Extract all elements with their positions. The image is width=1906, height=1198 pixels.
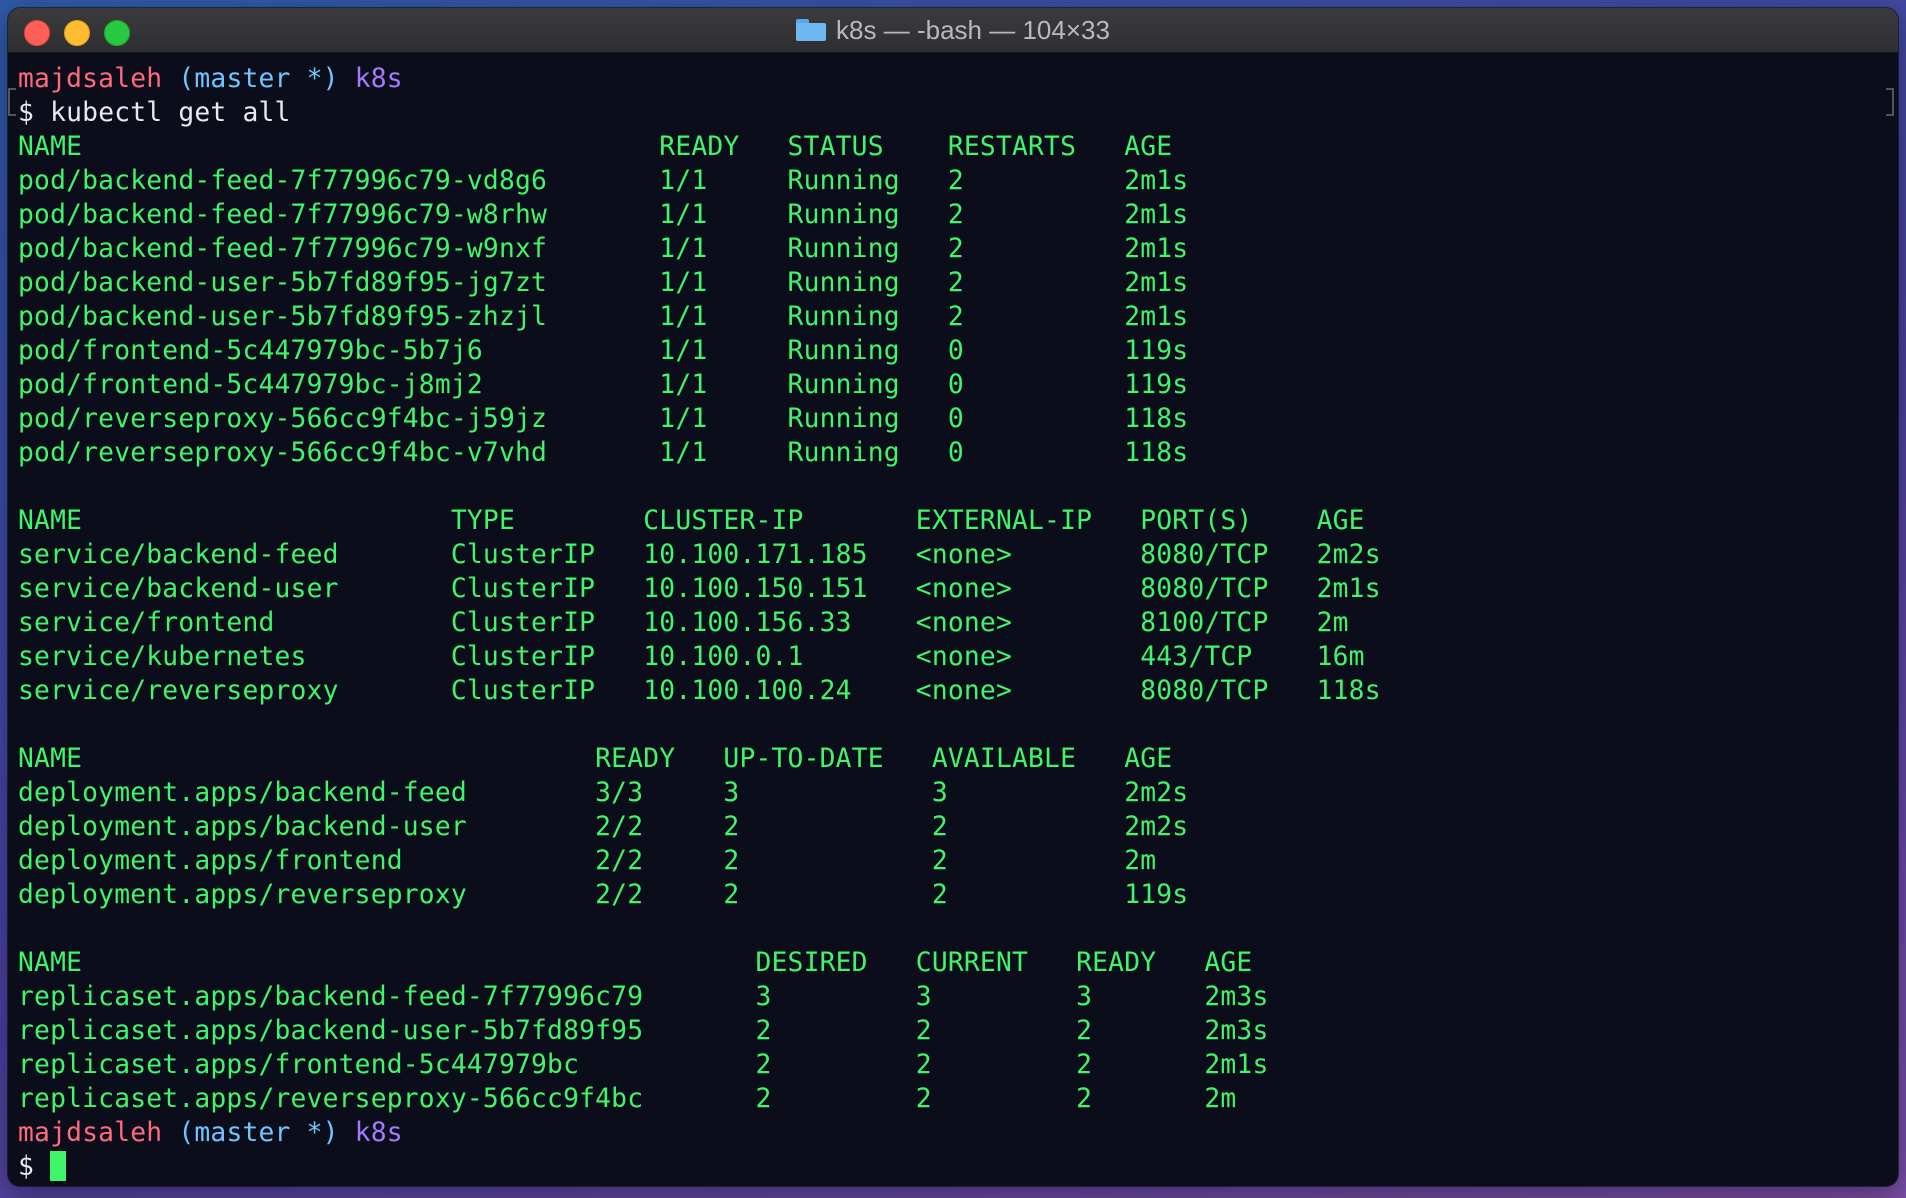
output-line: replicaset.apps/reverseproxy-566cc9f4bc … bbox=[18, 1084, 1237, 1114]
output-line: pod/backend-user-5b7fd89f95-jg7zt 1/1 Ru… bbox=[18, 268, 1189, 298]
output-line: service/frontend ClusterIP 10.100.156.33… bbox=[18, 608, 1349, 638]
output-line: deployment.apps/reverseproxy 2/2 2 2 119… bbox=[18, 880, 1189, 910]
folder-icon bbox=[796, 19, 827, 41]
output-line: pod/backend-feed-7f77996c79-w8rhw 1/1 Ru… bbox=[18, 200, 1189, 230]
prompt-user: majdsaleh bbox=[18, 1118, 163, 1148]
output-line: NAME DESIRED CURRENT READY AGE bbox=[18, 948, 1253, 978]
output-line: deployment.apps/backend-feed 3/3 3 3 2m2… bbox=[18, 778, 1189, 808]
output-line: service/kubernetes ClusterIP 10.100.0.1 … bbox=[18, 642, 1365, 672]
output-line: service/backend-feed ClusterIP 10.100.17… bbox=[18, 540, 1381, 570]
command-line: $ kubectl get all bbox=[18, 96, 1898, 130]
output-line: pod/backend-feed-7f77996c79-vd8g6 1/1 Ru… bbox=[18, 166, 1189, 196]
output-line: pod/reverseproxy-566cc9f4bc-j59jz 1/1 Ru… bbox=[18, 404, 1189, 434]
prompt-directory: k8s bbox=[354, 1118, 403, 1148]
output-line: pod/backend-feed-7f77996c79-w9nxf 1/1 Ru… bbox=[18, 234, 1189, 264]
title-bar[interactable]: k8s — -bash — 104×33 bbox=[8, 8, 1898, 53]
prompt-user: majdsaleh bbox=[18, 64, 163, 94]
window-title-area: k8s — -bash — 104×33 bbox=[8, 8, 1898, 52]
prompt-symbol: $ bbox=[18, 1152, 35, 1182]
output-line: replicaset.apps/frontend-5c447979bc 2 2 … bbox=[18, 1050, 1269, 1080]
prompt-directory: k8s bbox=[354, 64, 403, 94]
output-line: service/reverseproxy ClusterIP 10.100.10… bbox=[18, 676, 1381, 706]
prompt-branch: (master *) bbox=[178, 1118, 339, 1148]
output-line: deployment.apps/frontend 2/2 2 2 2m bbox=[18, 846, 1157, 876]
prompt-symbol: $ bbox=[18, 98, 35, 128]
output-line: deployment.apps/backend-user 2/2 2 2 2m2… bbox=[18, 812, 1189, 842]
input-line[interactable]: $ bbox=[18, 1150, 1898, 1184]
output-line: pod/frontend-5c447979bc-j8mj2 1/1 Runnin… bbox=[18, 370, 1189, 400]
command-text: kubectl get all bbox=[50, 98, 291, 128]
output-line: NAME READY UP-TO-DATE AVAILABLE AGE bbox=[18, 744, 1173, 774]
output-line: pod/backend-user-5b7fd89f95-zhzjl 1/1 Ru… bbox=[18, 302, 1189, 332]
command-output: NAME READY STATUS RESTARTS AGE pod/backen… bbox=[18, 130, 1898, 1116]
output-line: pod/reverseproxy-566cc9f4bc-v7vhd 1/1 Ru… bbox=[18, 438, 1189, 468]
window-title: k8s — -bash — 104×33 bbox=[836, 14, 1110, 45]
text-cursor bbox=[50, 1150, 67, 1181]
prompt-line: majdsaleh (master *) k8s bbox=[18, 1116, 1898, 1150]
output-line: NAME TYPE CLUSTER-IP EXTERNAL-IP PORT(S)… bbox=[18, 506, 1365, 536]
output-line: service/backend-user ClusterIP 10.100.15… bbox=[18, 574, 1381, 604]
terminal-output-area[interactable]: majdsaleh (master *) k8s $ kubectl get a… bbox=[8, 52, 1898, 1186]
terminal-window: k8s — -bash — 104×33 majdsaleh (master *… bbox=[8, 8, 1898, 1186]
output-line: pod/frontend-5c447979bc-5b7j6 1/1 Runnin… bbox=[18, 336, 1189, 366]
output-line: NAME READY STATUS RESTARTS AGE bbox=[18, 132, 1173, 162]
prompt-branch: (master *) bbox=[178, 64, 339, 94]
output-line: replicaset.apps/backend-feed-7f77996c79 … bbox=[18, 982, 1269, 1012]
output-line: replicaset.apps/backend-user-5b7fd89f95 … bbox=[18, 1016, 1269, 1046]
prompt-line: majdsaleh (master *) k8s bbox=[18, 62, 1898, 96]
